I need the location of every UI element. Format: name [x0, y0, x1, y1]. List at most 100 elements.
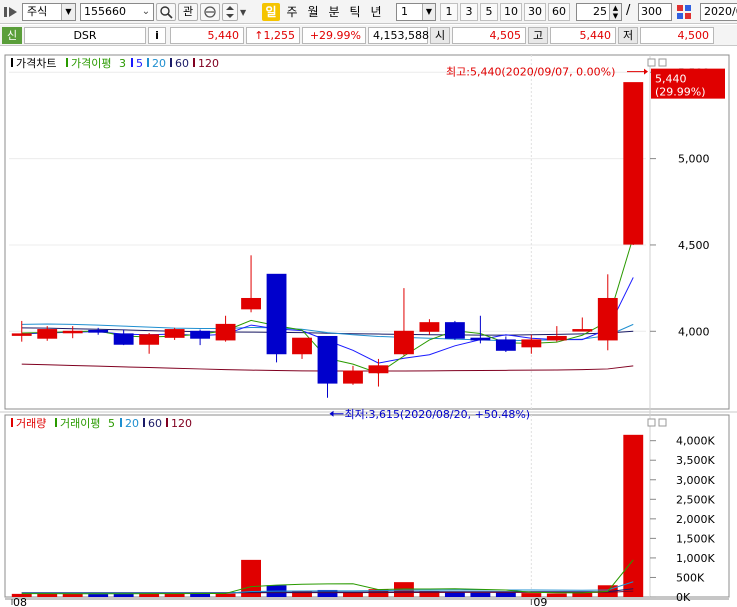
volume-tick-label: 2,500K	[676, 493, 715, 506]
info-button[interactable]: i	[148, 27, 166, 44]
period-tab-5[interactable]: 년	[367, 3, 385, 21]
period-tab-2[interactable]: 월	[304, 3, 322, 21]
candle-body	[343, 370, 363, 384]
price-legend-label: 20	[152, 57, 166, 70]
open-price: 4,505	[452, 27, 526, 44]
interval-button-3[interactable]: 3	[460, 3, 478, 21]
volume-legend-swatch	[120, 418, 122, 427]
interval-button-30[interactable]: 30	[524, 3, 546, 21]
period-tab-0[interactable]: 일	[262, 3, 280, 21]
candle-24	[623, 82, 644, 245]
volume-tick-label: 0K	[676, 591, 691, 604]
chevron-down-icon[interactable]: ⌄	[139, 4, 153, 20]
stock-code-value: 155660	[84, 5, 126, 18]
volume-legend-marker	[11, 418, 13, 427]
open-label: 시	[430, 27, 450, 44]
interval-button-60[interactable]: 60	[548, 3, 570, 21]
volume-legend-label: 120	[171, 417, 192, 430]
volume-bar-3	[88, 594, 109, 597]
volume-bar-19	[495, 592, 516, 597]
toolbar: 주식 ▼ 155660 ⌄ 관 ▼ 일주월분틱년 1 ▼ 1 3 5 10 30 60 2…	[0, 0, 737, 24]
total-count-input[interactable]: 300	[638, 3, 672, 21]
price-panel-frame	[4, 54, 730, 410]
interval-button-1[interactable]: 1	[440, 3, 458, 21]
link-icon	[204, 6, 216, 18]
volume-bar-4	[113, 593, 134, 597]
price-legend-marker	[11, 58, 13, 67]
price-legend-label: 가격이평	[71, 57, 111, 70]
high-label: 고	[528, 27, 548, 44]
volume-legend-swatch	[143, 418, 145, 427]
market-select[interactable]: 주식 ▼	[22, 3, 76, 21]
candle-body	[444, 322, 465, 339]
unit-select[interactable]: 1 ▼	[396, 3, 436, 21]
price-panel-min-icon	[647, 58, 656, 67]
stock-code-input[interactable]: 155660 ⌄	[80, 3, 154, 21]
last-price-rate: (29.99%)	[655, 86, 706, 99]
panel-toggle-icon[interactable]	[4, 5, 18, 19]
volume-legend-swatch	[55, 418, 57, 427]
period-tab-1[interactable]: 주	[283, 3, 301, 21]
total-count-value: 300	[641, 5, 662, 18]
volume-panel-frame	[4, 414, 730, 598]
candle-body	[419, 322, 440, 332]
candle-body	[572, 329, 593, 332]
price-legend-swatch	[66, 58, 68, 67]
date-input[interactable]: 2020/0	[700, 3, 737, 21]
volume-legend-label: 20	[125, 417, 139, 430]
watchlist-button[interactable]: 관	[178, 3, 198, 21]
interval-button-5[interactable]: 5	[480, 3, 498, 21]
candle-body	[597, 297, 618, 341]
price-legend-swatch	[193, 58, 195, 67]
date-input-value: 2020/0	[704, 5, 737, 18]
volume-bar-20	[521, 593, 542, 597]
spinner-icon[interactable]: ▲ ▼	[609, 4, 621, 20]
low-label: 저	[618, 27, 638, 44]
candle-body	[623, 82, 644, 245]
period-tab-4[interactable]: 틱	[346, 3, 364, 21]
volume-bar-24	[623, 434, 644, 597]
volume-panel-min-icon	[647, 418, 656, 427]
chevron-down-icon[interactable]: ▼	[61, 4, 75, 20]
price-tick-label: 4,500	[678, 239, 710, 252]
change-rate: +29.99%	[302, 27, 366, 44]
search-button[interactable]	[156, 3, 176, 21]
month-label: 09	[533, 596, 547, 607]
candle-body	[241, 297, 261, 310]
chart-canvas[interactable]: 5,5005,0004,5004,0004,000K3,500K3,000K2,…	[0, 47, 737, 607]
price-legend-swatch	[147, 58, 149, 67]
period-tab-3[interactable]: 분	[325, 3, 343, 21]
candle-body	[521, 339, 542, 348]
link-button[interactable]	[200, 3, 220, 21]
trade-volume: 4,153,588	[368, 27, 429, 44]
volume-bar-21	[546, 593, 567, 597]
chevron-down-icon[interactable]: ▼	[422, 4, 435, 20]
candle-body	[368, 365, 389, 374]
volume-bar-0	[11, 593, 32, 597]
candle-body	[88, 329, 109, 333]
credit-badge: 신	[2, 27, 22, 44]
price-tick-label: 4,000	[678, 325, 710, 338]
candle-body	[266, 273, 287, 355]
volume-legend-value: 5	[108, 417, 115, 430]
dropdown-arrow-icon[interactable]: ▼	[240, 8, 246, 17]
price-legend-value: 3	[119, 57, 126, 70]
interval-button-10[interactable]: 10	[500, 3, 522, 21]
last-price-value: 5,440	[655, 73, 687, 86]
candle-body	[317, 335, 338, 384]
candle-body	[113, 333, 134, 345]
volume-bar-18	[470, 592, 491, 597]
candle-body	[11, 333, 32, 336]
settings-icon[interactable]	[676, 4, 692, 20]
volume-bar-8	[215, 593, 236, 597]
volume-panel-close-icon	[658, 418, 667, 427]
high-price: 5,440	[550, 27, 616, 44]
price-change: ↑1,255	[246, 27, 300, 44]
up-down-spinner[interactable]	[222, 3, 238, 21]
volume-tick-label: 4,000K	[676, 435, 715, 448]
count-separator: /	[626, 3, 631, 18]
bar-count-input[interactable]: 25 ▲ ▼	[576, 3, 622, 21]
market-select-value: 주식	[27, 5, 48, 18]
candle-body	[139, 334, 160, 345]
volume-tick-label: 500K	[676, 571, 705, 584]
